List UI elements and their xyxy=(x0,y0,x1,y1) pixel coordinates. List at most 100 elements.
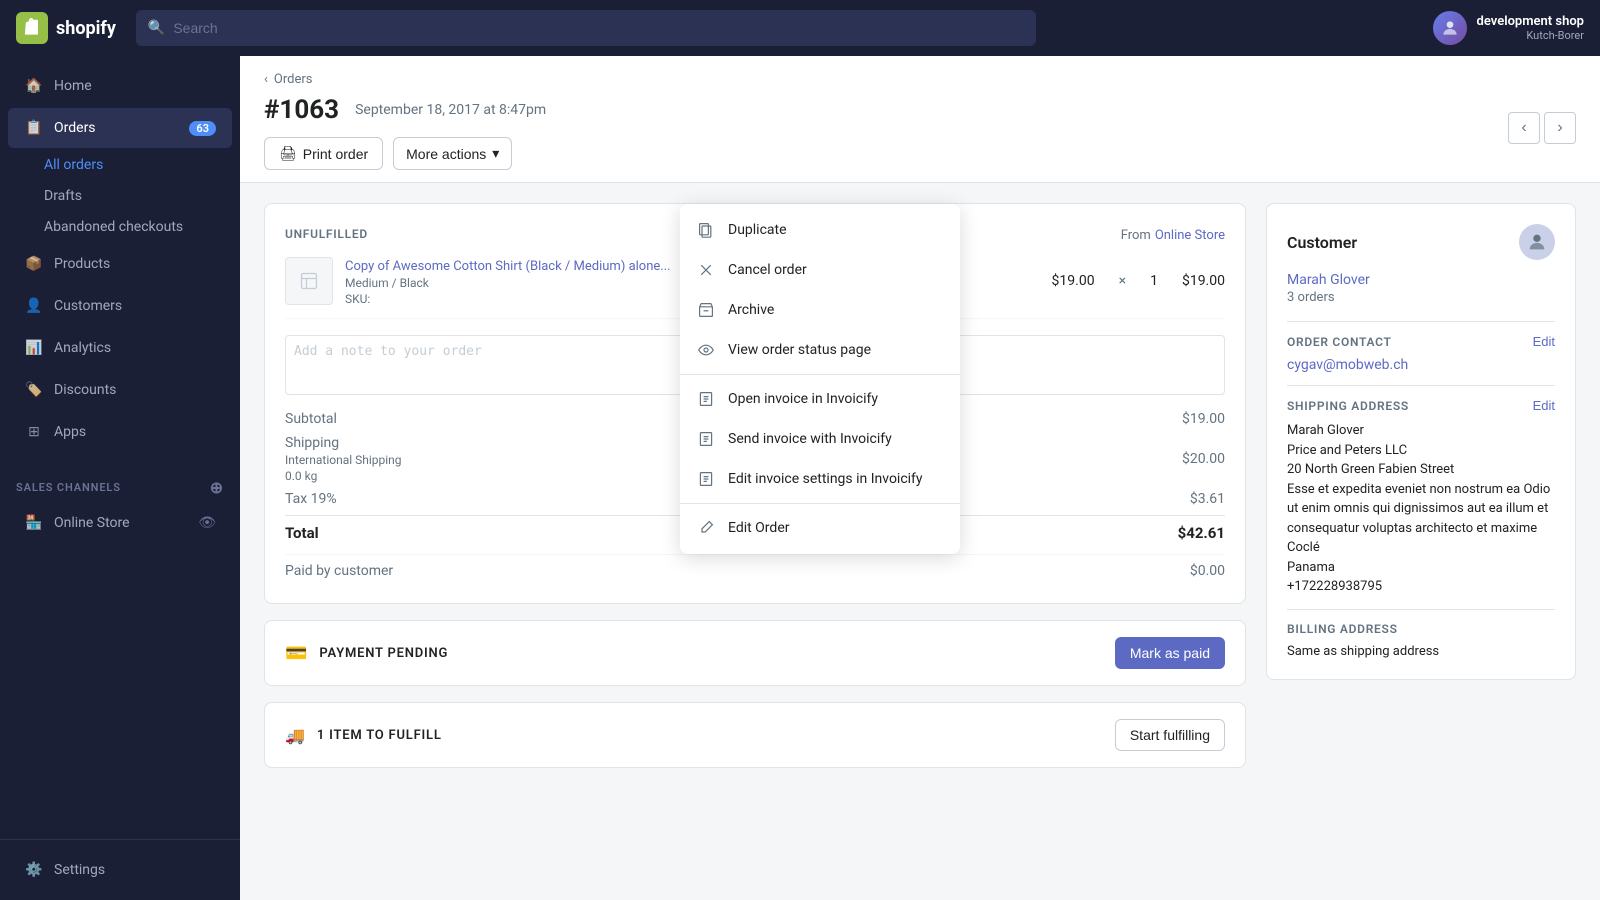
product-link[interactable]: Copy of Awesome Cotton Shirt (Black / Me… xyxy=(345,259,671,274)
order-contact-title: ORDER CONTACT xyxy=(1287,335,1392,349)
all-orders-label: All orders xyxy=(44,157,103,173)
customer-orders: 3 orders xyxy=(1287,290,1555,305)
dropdown-item-open-invoice[interactable]: Open invoice in Invoicify xyxy=(680,379,960,419)
top-navigation: shopify 🔍 development shop Kutch-Borer xyxy=(0,0,1600,56)
duplicate-label: Duplicate xyxy=(728,222,787,238)
sidebar-item-products[interactable]: 📦 Products xyxy=(8,244,232,284)
mark-as-paid-button[interactable]: Mark as paid xyxy=(1115,637,1225,669)
online-store-icon: 🏪 xyxy=(24,513,44,533)
sidebar-label-discounts: Discounts xyxy=(54,382,116,398)
sidebar-item-apps[interactable]: ⊞ Apps xyxy=(8,412,232,452)
shipping-address-header: SHIPPING ADDRESS Edit xyxy=(1287,398,1555,413)
online-store-visibility-icon: 👁 xyxy=(198,515,216,531)
dropdown-divider-2 xyxy=(680,503,960,504)
search-icon: 🔍 xyxy=(148,20,165,36)
apps-icon: ⊞ xyxy=(24,422,44,442)
from-source: From Online Store xyxy=(1121,224,1225,243)
analytics-icon: 📊 xyxy=(24,338,44,358)
archive-icon xyxy=(696,300,716,320)
dropdown-item-duplicate[interactable]: Duplicate xyxy=(680,210,960,250)
paid-row: Paid by customer $0.00 xyxy=(285,554,1225,583)
breadcrumb-text: Orders xyxy=(274,72,313,87)
contact-email[interactable]: cygav@mobweb.ch xyxy=(1287,357,1555,373)
user-info: development shop Kutch-Borer xyxy=(1477,14,1584,42)
print-order-button[interactable]: 🖨 Print order xyxy=(264,137,383,170)
shipping-address-title: SHIPPING ADDRESS xyxy=(1287,399,1409,413)
sidebar-sub-all-orders[interactable]: All orders xyxy=(8,150,232,180)
settings-label: Settings xyxy=(54,862,105,878)
billing-address-section: BILLING ADDRESS Same as shipping address xyxy=(1287,622,1555,659)
edit-contact-button[interactable]: Edit xyxy=(1533,334,1555,349)
shop-sub: Kutch-Borer xyxy=(1477,29,1584,42)
total-value: $42.61 xyxy=(1178,524,1225,542)
chevron-down-icon: ▾ xyxy=(492,145,499,162)
edit-order-icon xyxy=(696,518,716,538)
sidebar-item-online-store[interactable]: 🏪 Online Store 👁 xyxy=(8,503,232,543)
section-divider-2 xyxy=(1287,385,1555,386)
product-price: $19.00 xyxy=(1052,273,1095,289)
product-thumbnail xyxy=(285,257,333,305)
shipping-weight: 0.0 kg xyxy=(285,469,402,483)
sidebar-item-discounts[interactable]: 🏷️ Discounts xyxy=(8,370,232,410)
fulfill-label: 1 ITEM TO FULFILL xyxy=(317,728,1103,743)
content-area: ‹ Orders #1063 September 18, 2017 at 8:4… xyxy=(240,56,1600,900)
sidebar-sub-abandoned[interactable]: Abandoned checkouts xyxy=(8,212,232,242)
sales-channels-label: Sales Channels xyxy=(16,481,121,494)
archive-label: Archive xyxy=(728,302,774,318)
edit-shipping-button[interactable]: Edit xyxy=(1533,398,1555,413)
start-fulfilling-button[interactable]: Start fulfilling xyxy=(1115,719,1225,751)
sidebar-item-customers[interactable]: 👤 Customers xyxy=(8,286,232,326)
dropdown-item-send-invoice[interactable]: Send invoice with Invoicify xyxy=(680,419,960,459)
search-input[interactable] xyxy=(173,20,1024,36)
address-line-3: 20 North Green Fabien Street xyxy=(1287,460,1555,480)
sidebar-item-home[interactable]: 🏠 Home xyxy=(8,66,232,106)
product-qty: 1 xyxy=(1150,273,1158,289)
dropdown-item-view-status[interactable]: View order status page xyxy=(680,330,960,370)
customer-name[interactable]: Marah Glover xyxy=(1287,272,1555,288)
open-invoice-label: Open invoice in Invoicify xyxy=(728,391,878,407)
add-channel-icon[interactable]: ⊕ xyxy=(210,478,224,497)
abandoned-label: Abandoned checkouts xyxy=(44,219,183,235)
breadcrumb-arrow: ‹ xyxy=(264,72,268,87)
user-area: development shop Kutch-Borer xyxy=(1433,11,1584,45)
sidebar-item-analytics[interactable]: 📊 Analytics xyxy=(8,328,232,368)
subtotal-value: $19.00 xyxy=(1182,411,1225,427)
breadcrumb[interactable]: ‹ Orders xyxy=(264,72,1508,87)
search-bar[interactable]: 🔍 xyxy=(136,10,1036,46)
prev-order-button[interactable]: ‹ xyxy=(1508,112,1540,144)
section-divider-3 xyxy=(1287,609,1555,610)
shipping-value: $20.00 xyxy=(1182,451,1225,467)
printer-icon: 🖨 xyxy=(279,145,297,162)
page-title-row: #1063 September 18, 2017 at 8:47pm xyxy=(264,95,1508,125)
sidebar-item-orders[interactable]: 📋 Orders 63 xyxy=(8,108,232,148)
from-source-text: Online Store xyxy=(1155,228,1225,243)
sidebar-item-settings[interactable]: ⚙️ Settings xyxy=(8,850,232,890)
next-order-button[interactable]: › xyxy=(1544,112,1576,144)
shipping-label: Shipping xyxy=(285,435,402,451)
avatar xyxy=(1433,11,1467,45)
sidebar-label-apps: Apps xyxy=(54,424,86,440)
dropdown-item-edit-invoice[interactable]: Edit invoice settings in Invoicify xyxy=(680,459,960,499)
address-line-2: Price and Peters LLC xyxy=(1287,441,1555,461)
paid-value: $0.00 xyxy=(1190,563,1225,579)
order-contact-section: ORDER CONTACT Edit cygav@mobweb.ch xyxy=(1287,334,1555,373)
invoice-icon xyxy=(696,389,716,409)
sidebar-sub-drafts[interactable]: Drafts xyxy=(8,181,232,211)
sidebar-footer: ⚙️ Settings xyxy=(0,839,240,900)
paid-label: Paid by customer xyxy=(285,563,393,579)
credit-card-icon: 💳 xyxy=(285,643,307,664)
sidebar-label-customers: Customers xyxy=(54,298,122,314)
nav-arrows: ‹ › xyxy=(1508,112,1576,144)
payment-label: PAYMENT PENDING xyxy=(319,646,1102,661)
settings-icon: ⚙️ xyxy=(24,860,44,880)
more-actions-button[interactable]: More actions ▾ xyxy=(393,137,512,170)
dropdown-item-cancel[interactable]: Cancel order xyxy=(680,250,960,290)
products-icon: 📦 xyxy=(24,254,44,274)
dropdown-item-archive[interactable]: Archive xyxy=(680,290,960,330)
address-line-6: Panama xyxy=(1287,558,1555,578)
order-contact-header: ORDER CONTACT Edit xyxy=(1287,334,1555,349)
shopify-logo[interactable]: shopify xyxy=(16,12,116,44)
product-price-column: $19.00 × 1 $19.00 xyxy=(1052,273,1225,289)
dropdown-item-edit-order[interactable]: Edit Order xyxy=(680,508,960,548)
total-label: Total xyxy=(285,524,319,542)
